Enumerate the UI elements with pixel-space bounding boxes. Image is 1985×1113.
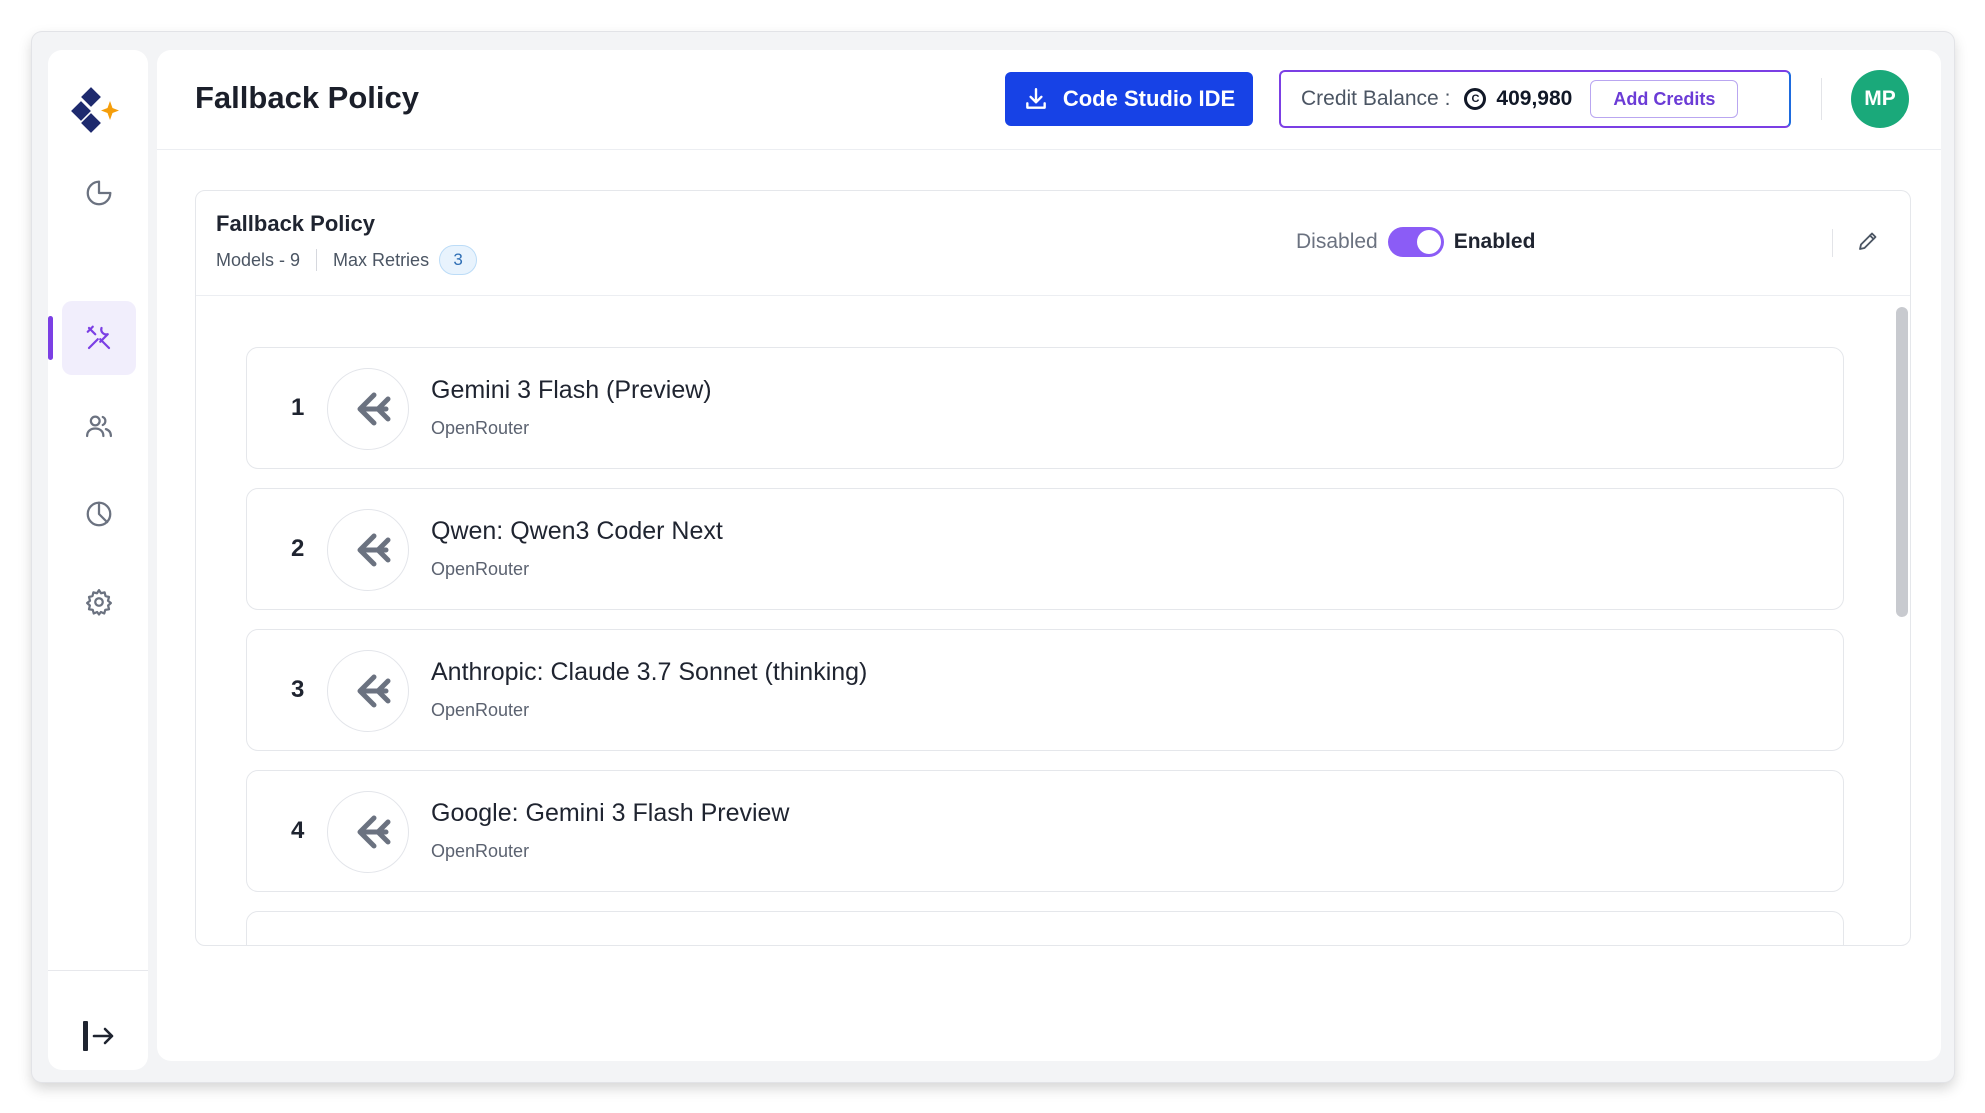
openrouter-logo-icon: [327, 791, 409, 873]
model-row[interactable]: 3 Anthropic: Claude 3.7 Sonnet (thinking…: [246, 629, 1844, 751]
list-scrollbar[interactable]: [1896, 307, 1908, 617]
toggle-knob: [1416, 230, 1441, 254]
users-icon: [86, 415, 112, 438]
sidebar-item-users[interactable]: [62, 389, 136, 463]
toggle-disabled-label: Disabled: [1296, 230, 1378, 253]
sidebar-item-settings[interactable]: [62, 565, 136, 639]
model-name: Anthropic: Claude 3.7 Sonnet (thinking): [431, 658, 868, 686]
top-bar: Fallback Policy Code Studio IDE Credit B…: [157, 50, 1941, 150]
main-panel: Fallback Policy Code Studio IDE Credit B…: [157, 50, 1941, 1061]
model-index: 2: [291, 535, 305, 562]
download-icon: [1025, 88, 1046, 109]
logout-icon: [83, 1021, 114, 1051]
model-provider: OpenRouter: [431, 700, 530, 720]
model-provider: OpenRouter: [431, 559, 530, 579]
fallback-policy-card: Fallback Policy Models - 9 Max Retries 3…: [195, 190, 1911, 946]
openrouter-logo-icon: [327, 650, 409, 732]
analytics-icon: [86, 501, 112, 527]
model-row[interactable]: 1 Gemini 3 Flash (Preview) OpenRouter: [246, 347, 1844, 469]
sidebar-divider: [48, 970, 148, 971]
toggle-enabled-label: Enabled: [1453, 230, 1536, 253]
edit-button[interactable]: [1852, 225, 1884, 257]
max-retries-badge: 3: [439, 245, 478, 275]
code-studio-button[interactable]: Code Studio IDE: [1005, 72, 1253, 126]
credit-coin-icon: C: [1464, 88, 1487, 110]
page-title: Fallback Policy: [195, 80, 419, 115]
credit-balance-value: 409,980: [1496, 87, 1573, 110]
model-index: 1: [291, 394, 305, 421]
model-name: Qwen: Qwen3 Coder Next: [431, 517, 723, 545]
model-row[interactable]: 2 Qwen: Qwen3 Coder Next OpenRouter: [246, 488, 1844, 610]
pencil-icon: [1859, 232, 1877, 250]
user-avatar[interactable]: MP: [1851, 70, 1909, 128]
credit-balance-label: Credit Balance :: [1301, 87, 1451, 110]
model-name: Google: Gemini 3 Flash Preview: [431, 799, 790, 827]
meta-divider: [316, 249, 318, 271]
header-divider: [1821, 78, 1822, 120]
sidebar-item-analytics[interactable]: [62, 477, 136, 551]
card-title: Fallback Policy: [216, 211, 375, 236]
policy-toggle[interactable]: [1387, 227, 1444, 257]
sidebar: [48, 50, 148, 1070]
logout-button[interactable]: [74, 1012, 122, 1060]
models-count: Models - 9: [216, 249, 301, 270]
sidebar-item-dashboard[interactable]: [62, 156, 136, 230]
add-credits-button[interactable]: Add Credits: [1590, 80, 1739, 118]
model-name: Gemini 3 Flash (Preview): [431, 376, 712, 404]
app-logo-icon[interactable]: [68, 84, 124, 140]
policy-meta: Models - 9 Max Retries 3: [216, 245, 478, 275]
sidebar-item-tools[interactable]: [62, 301, 136, 375]
gear-icon: [86, 589, 112, 616]
policy-toggle-group: Disabled Enabled: [1296, 227, 1535, 257]
openrouter-logo-icon: [327, 368, 409, 450]
model-index: 3: [291, 676, 305, 703]
model-provider: OpenRouter: [431, 418, 530, 438]
model-provider: OpenRouter: [431, 841, 530, 861]
model-row[interactable]: 4 Google: Gemini 3 Flash Preview OpenRou…: [246, 770, 1844, 892]
model-row-partial[interactable]: [246, 911, 1844, 945]
pie-chart-icon: [86, 180, 112, 206]
model-list: 1 Gemini 3 Flash (Preview) OpenRouter 2 …: [196, 297, 1910, 945]
openrouter-logo-icon: [327, 509, 409, 591]
credit-balance-box: Credit Balance : C 409,980 Add Credits: [1279, 70, 1791, 128]
card-header-divider: [1832, 229, 1833, 257]
model-index: 4: [291, 817, 305, 844]
card-header: Fallback Policy Models - 9 Max Retries 3…: [196, 191, 1910, 296]
tools-icon: [86, 325, 111, 350]
code-studio-label: Code Studio IDE: [1062, 86, 1236, 111]
active-indicator: [48, 316, 53, 360]
max-retries-label: Max Retries: [333, 249, 430, 270]
